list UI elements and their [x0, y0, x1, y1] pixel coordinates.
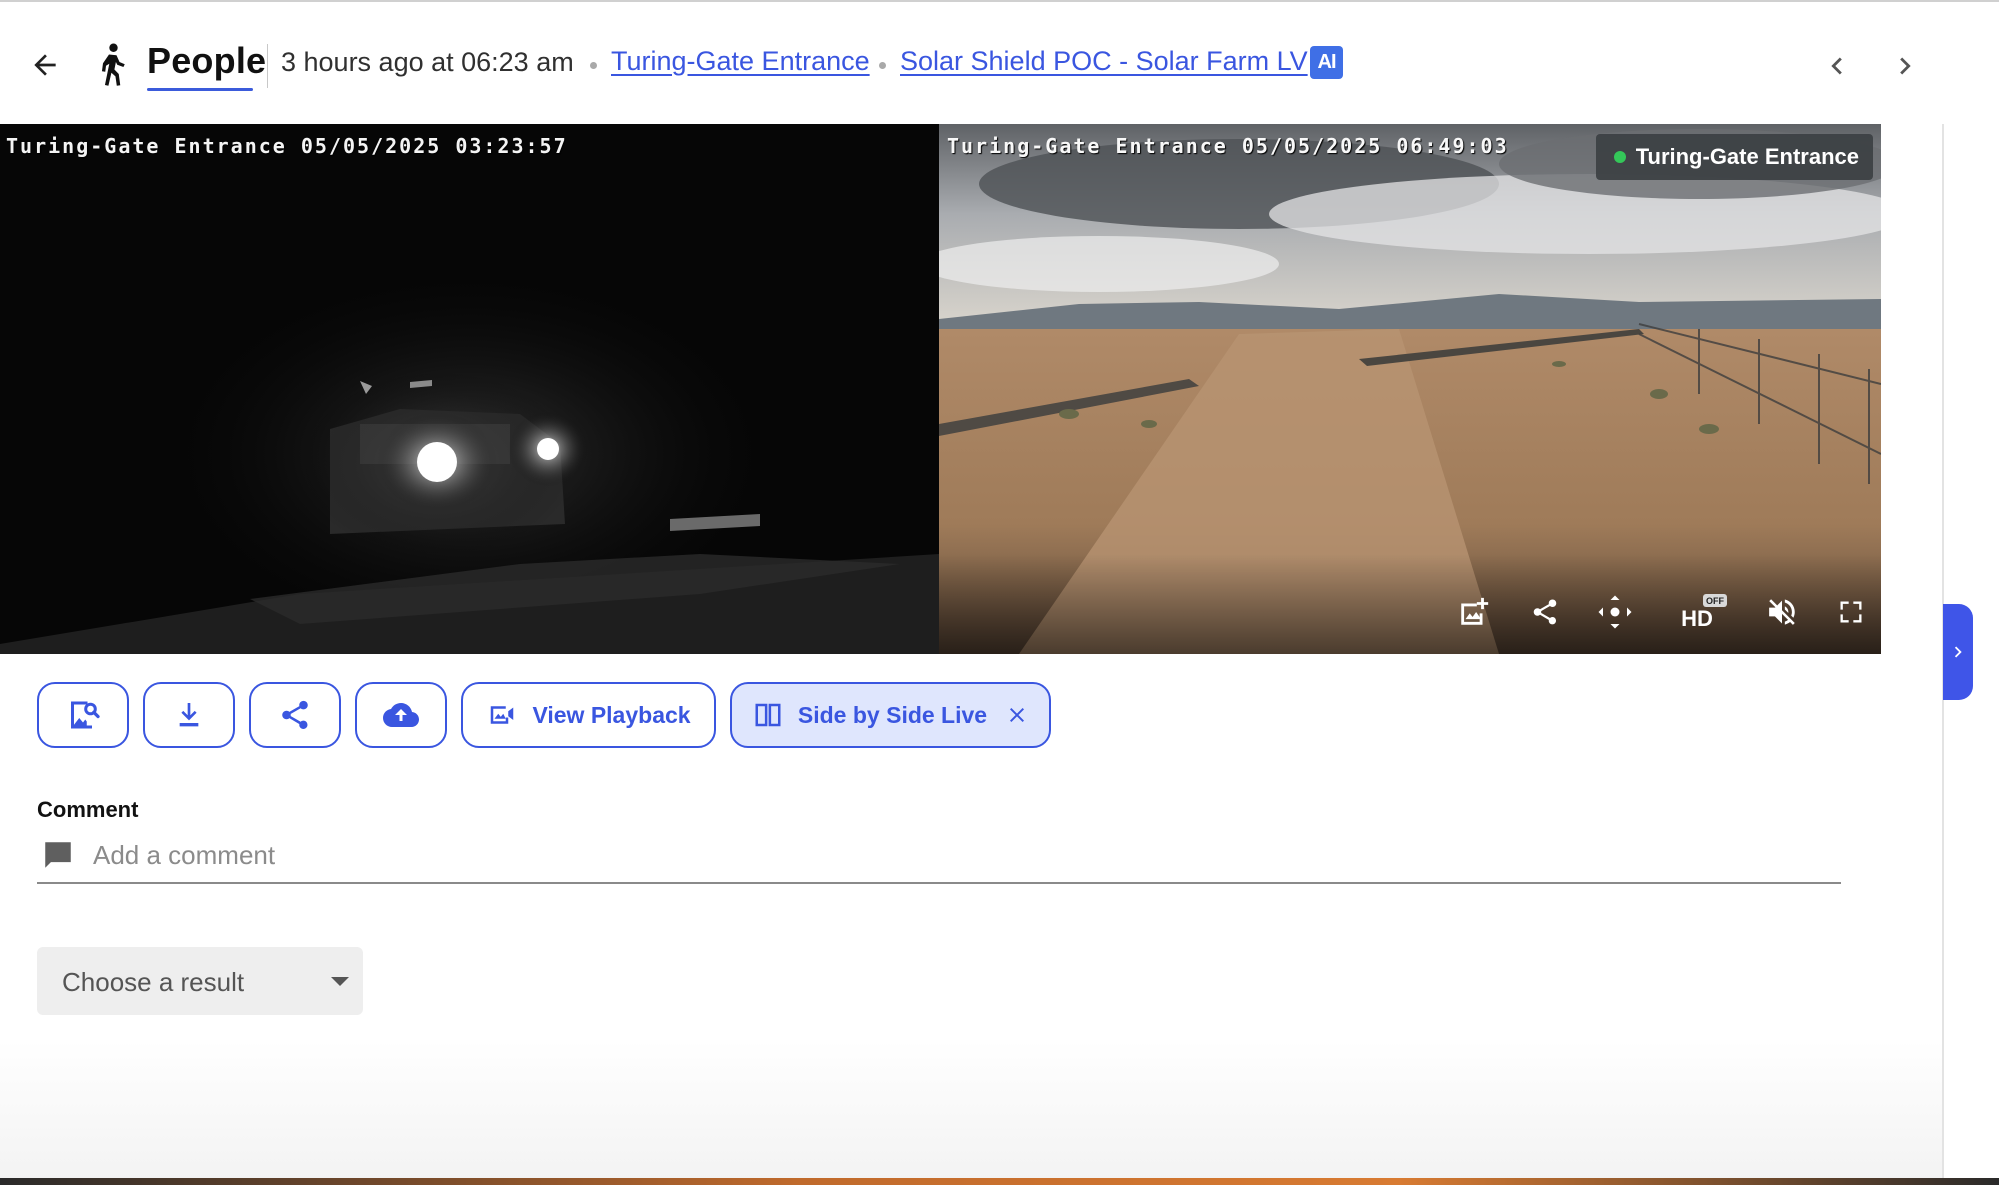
live-timestamp-overlay: Turing-Gate Entrance 05/05/2025 06:49:03	[947, 134, 1509, 158]
event-clip-player[interactable]: Turing-Gate Entrance 05/05/2025 03:23:57	[0, 124, 939, 654]
download-icon	[179, 703, 199, 727]
page-title: People	[147, 40, 267, 81]
chevron-right-icon	[1900, 57, 1911, 75]
breadcrumb-camera-link[interactable]: Turing-Gate Entrance	[611, 46, 870, 77]
close-side-by-side-button[interactable]	[1005, 703, 1029, 727]
download-button[interactable]	[143, 682, 235, 748]
ai-badge: AI	[1310, 46, 1343, 79]
next-event-button[interactable]	[1883, 44, 1927, 88]
share-icon	[1533, 599, 1557, 625]
snapshot-button[interactable]	[1454, 592, 1494, 632]
mute-toggle-button[interactable]	[1762, 592, 1802, 632]
dropdown-caret-icon	[331, 977, 349, 986]
chevron-left-icon	[1831, 57, 1842, 75]
chevron-right-icon	[1954, 646, 1962, 658]
result-select-value: Choose a result	[62, 967, 245, 997]
cloud-upload-icon	[383, 703, 419, 727]
image-search-button[interactable]	[37, 682, 129, 748]
image-search-icon	[71, 701, 100, 729]
breadcrumb-site-link[interactable]: Solar Shield POC - Solar Farm LV	[900, 46, 1308, 77]
split-columns-icon	[755, 703, 781, 727]
comment-input[interactable]	[93, 836, 1793, 874]
view-playback-button[interactable]: View Playback	[461, 682, 716, 748]
clip-timestamp-overlay: Turing-Gate Entrance 05/05/2025 03:23:57	[6, 134, 568, 158]
ptz-move-icon	[1598, 595, 1632, 629]
top-divider	[0, 0, 1999, 2]
night-scene-image	[0, 124, 939, 654]
comment-icon	[45, 842, 71, 868]
video-image-icon	[491, 706, 514, 724]
hd-label-text: HD	[1681, 606, 1713, 631]
title-underline	[147, 88, 253, 91]
live-camera-chip: Turing-Gate Entrance	[1595, 134, 1873, 180]
share-icon	[282, 700, 308, 730]
person-walking-icon	[101, 43, 125, 86]
ptz-move-button[interactable]	[1595, 592, 1635, 632]
player-controls: OFF HD	[939, 554, 1881, 654]
result-select[interactable]: Choose a result	[37, 947, 363, 1015]
snapshot-icon	[1461, 597, 1489, 625]
previous-event-button[interactable]	[1815, 44, 1859, 88]
comment-label: Comment	[37, 797, 139, 822]
close-icon	[1010, 708, 1025, 722]
header-separator	[267, 44, 268, 88]
event-time: 3 hours ago at 06:23 am	[281, 47, 574, 77]
hd-toggle-icon: OFF HD	[1681, 594, 1727, 631]
arrow-left-icon	[34, 54, 56, 76]
expand-side-panel-button[interactable]	[1943, 604, 1973, 700]
live-status-dot	[1613, 151, 1626, 163]
share-button[interactable]	[249, 682, 341, 748]
hd-toggle-button[interactable]: OFF HD	[1677, 592, 1729, 632]
view-playback-label: View Playback	[532, 701, 691, 728]
window-bottom-edge	[0, 1178, 1999, 1185]
separator-dot	[590, 62, 597, 69]
share-live-button[interactable]	[1525, 592, 1565, 632]
side-by-side-label: Side by Side Live	[797, 701, 988, 728]
cloud-upload-button[interactable]	[355, 682, 447, 748]
back-button[interactable]	[24, 44, 66, 86]
side-by-side-live-toggle[interactable]: Side by Side Live	[730, 682, 1051, 748]
live-view-player[interactable]: Turing-Gate Entrance 05/05/2025 06:49:03…	[939, 124, 1881, 654]
comment-field	[37, 832, 1841, 884]
hd-state-text: OFF	[1706, 596, 1724, 606]
event-header: People 3 hours ago at 06:23 am Turing-Ga…	[0, 22, 1999, 102]
live-camera-name: Turing-Gate Entrance	[1635, 144, 1859, 169]
volume-off-icon	[1769, 599, 1795, 625]
fullscreen-icon	[1840, 601, 1862, 623]
separator-dot	[879, 62, 886, 69]
content-bottom-fade	[0, 1040, 1942, 1180]
fullscreen-button[interactable]	[1831, 592, 1871, 632]
